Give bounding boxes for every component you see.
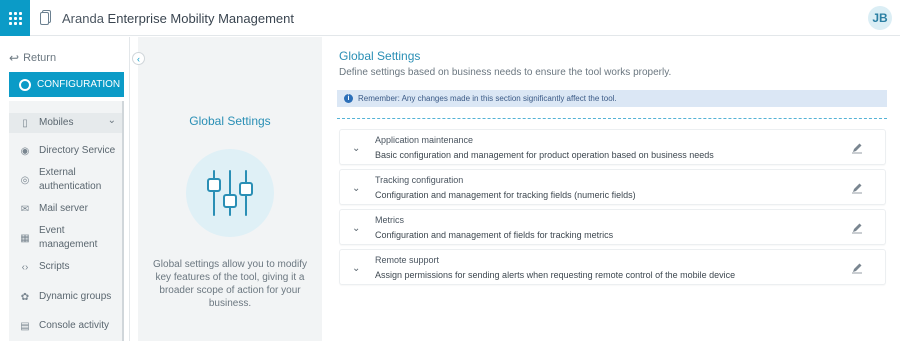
users-icon: ◉	[20, 145, 30, 157]
sidebar-item-label: Directory Service	[39, 145, 116, 156]
return-arrow-icon: ↩	[9, 51, 20, 65]
info-icon: i	[344, 94, 353, 103]
app-title: Aranda Enterprise Mobility Management	[62, 11, 294, 26]
chevron-down-icon: ⌄	[107, 115, 116, 126]
mail-icon: ✉	[20, 203, 30, 215]
gear-icon	[19, 78, 31, 91]
sidebar-item-event-management[interactable]: ▦ Event management	[9, 224, 122, 252]
sidebar-item-external-authentication[interactable]: ◎ External authentication	[9, 166, 122, 194]
edit-pencil-icon[interactable]	[851, 142, 863, 154]
section-description: Configuration and management of fields f…	[375, 230, 614, 240]
section-metrics[interactable]: ⌄ Metrics Configuration and management o…	[339, 209, 886, 245]
settings-illustration	[186, 149, 274, 237]
sliders-icon	[207, 170, 253, 216]
sidebar-item-label: Dynamic groups	[39, 291, 112, 302]
top-bar: Aranda Enterprise Mobility Management JB	[0, 0, 900, 36]
groups-icon: ✿	[20, 291, 30, 303]
apps-grid-icon	[8, 11, 22, 25]
page-title: Global Settings	[339, 49, 421, 63]
apps-grid-button[interactable]	[0, 0, 30, 36]
chevron-left-icon: ‹	[137, 53, 140, 64]
edit-pencil-icon[interactable]	[851, 262, 863, 274]
sidebar-item-label: Scripts	[39, 261, 70, 272]
device-logo-icon	[40, 10, 51, 25]
section-description: Assign permissions for sending alerts wh…	[375, 270, 736, 280]
panel-description: Global settings allow you to modify key …	[153, 259, 307, 309]
chevron-down-icon[interactable]: ⌄	[352, 183, 360, 194]
notice-text: Remember: Any changes made in this secti…	[358, 94, 617, 103]
fingerprint-icon: ◎	[20, 174, 30, 186]
edit-pencil-icon[interactable]	[851, 222, 863, 234]
section-description: Basic configuration and management for p…	[375, 150, 714, 160]
info-panel: Global Settings Global settings allow yo…	[138, 37, 322, 341]
sidebar-item-label: Event management	[39, 225, 98, 250]
calendar-icon: ▦	[20, 232, 30, 244]
sidebar-item-label: Mail server	[39, 203, 88, 214]
sidebar-item-label: Console activity	[39, 320, 110, 331]
return-link[interactable]: ↩ Return	[9, 51, 56, 65]
warning-notice: i Remember: Any changes made in this sec…	[337, 90, 887, 107]
main-content: Global Settings Define settings based on…	[322, 37, 900, 341]
chevron-down-icon[interactable]: ⌄	[352, 263, 360, 274]
sidebar-item-scripts[interactable]: ‹› Scripts	[9, 259, 122, 275]
sidebar-item-label: External authentication	[39, 167, 102, 192]
activity-icon: ▤	[20, 320, 30, 332]
mobile-icon: ▯	[22, 117, 28, 129]
chevron-down-icon[interactable]: ⌄	[352, 223, 360, 234]
section-description: Configuration and management for trackin…	[375, 190, 636, 200]
configuration-label: CONFIGURATION	[37, 79, 121, 90]
sidebar-item-mail-server[interactable]: ✉ Mail server	[9, 201, 122, 217]
sidebar-item-directory-service[interactable]: ◉ Directory Service	[9, 143, 122, 159]
sidebar-item-mobiles[interactable]: ▯ Mobiles ⌄	[9, 113, 122, 133]
chevron-down-icon[interactable]: ⌄	[352, 143, 360, 154]
section-tracking-configuration[interactable]: ⌄ Tracking configuration Configuration a…	[339, 169, 886, 205]
section-application-maintenance[interactable]: ⌄ Application maintenance Basic configur…	[339, 129, 886, 165]
user-avatar[interactable]: JB	[868, 6, 892, 30]
section-remote-support[interactable]: ⌄ Remote support Assign permissions for …	[339, 249, 886, 285]
sidebar-item-label: Mobiles	[39, 117, 74, 128]
section-title: Remote support	[375, 255, 440, 265]
page-subtitle: Define settings based on business needs …	[339, 67, 672, 78]
sidebar: ↩ Return CONFIGURATION ▯ Mobiles ⌄ ◉ Dir…	[0, 37, 130, 341]
collapse-sidebar-button[interactable]: ‹	[132, 52, 145, 65]
edit-pencil-icon[interactable]	[851, 182, 863, 194]
configuration-menu: ▯ Mobiles ⌄ ◉ Directory Service ◎ Extern…	[9, 101, 124, 341]
return-label: Return	[23, 52, 57, 64]
divider	[337, 118, 887, 119]
configuration-button[interactable]: CONFIGURATION	[9, 72, 124, 97]
sidebar-item-dynamic-groups[interactable]: ✿ Dynamic groups	[9, 289, 122, 305]
sidebar-item-console-activity[interactable]: ▤ Console activity	[9, 318, 122, 334]
panel-title: Global Settings	[189, 114, 271, 128]
code-icon: ‹›	[21, 261, 29, 273]
brand-name: Enterprise Mobility Management	[107, 11, 294, 26]
section-title: Metrics	[375, 215, 404, 225]
section-title: Application maintenance	[375, 135, 474, 145]
brand-prefix: Aranda	[62, 11, 104, 26]
section-title: Tracking configuration	[375, 175, 464, 185]
